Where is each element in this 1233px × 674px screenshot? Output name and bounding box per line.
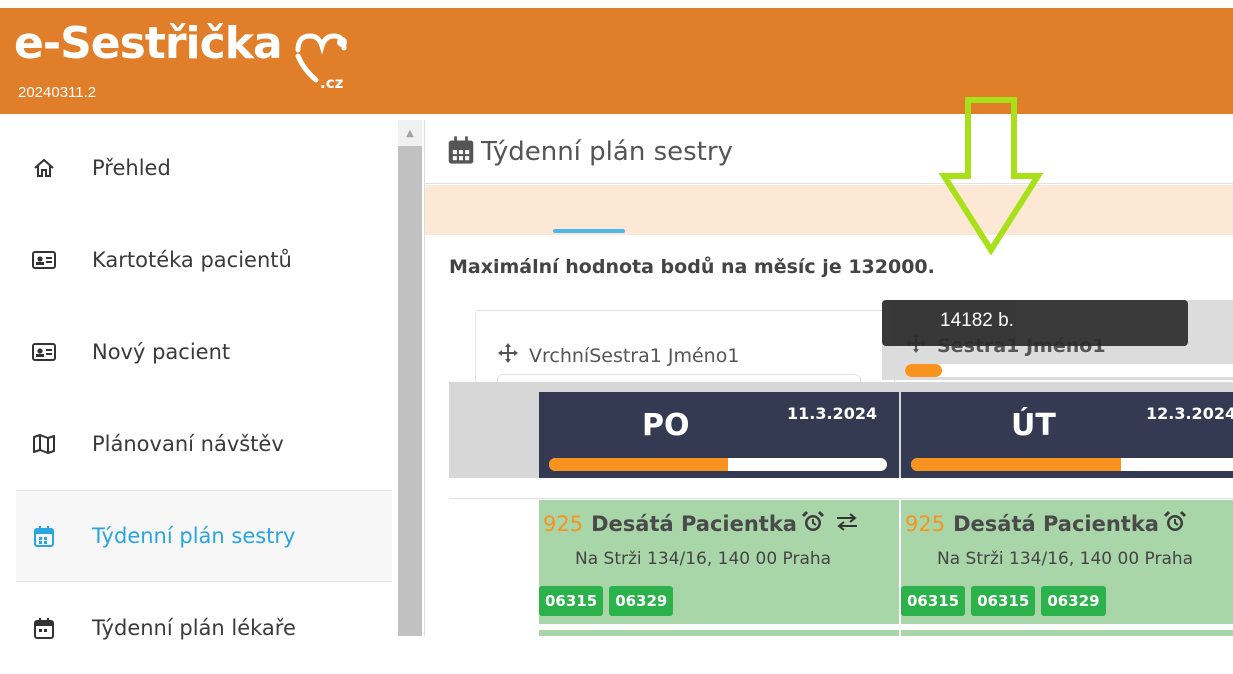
sidebar-item-nurse-weekly-plan[interactable]: Týdenní plán sestry	[16, 490, 392, 582]
alarm-icon[interactable]	[801, 510, 825, 538]
visit-card[interactable]: 925 Desátá Pacientka Na Strži 134/16, 14…	[901, 500, 1233, 624]
sidebar: Přehled Kartotéka pacientů Nový pacient …	[0, 120, 398, 640]
sidebar-scrollbar-thumb[interactable]	[398, 146, 422, 636]
swap-arrows-icon[interactable]	[835, 512, 859, 536]
max-points-info: Maximální hodnota bodů na měsíc je 13200…	[449, 256, 935, 278]
day-points-progress-fill	[549, 458, 729, 471]
visit-title: 925 Desátá Pacientka	[543, 510, 859, 538]
calendar-icon	[32, 524, 56, 548]
annotation-down-arrow	[938, 97, 1044, 256]
page-title-bar: Týdenní plán sestry	[425, 120, 1233, 184]
sidebar-item-new-patient[interactable]: Nový pacient	[16, 306, 392, 398]
visit-address: Na Strži 134/16, 140 00 Praha	[937, 549, 1194, 569]
visit-card-next[interactable]	[901, 630, 1233, 636]
calendar-icon	[32, 616, 56, 640]
logo-heart-icon: .cz	[295, 33, 347, 92]
day-points-progress	[911, 458, 1233, 471]
calendar-icon	[447, 135, 475, 169]
sidebar-item-visit-planning[interactable]: Plánovaní návštěv	[16, 398, 392, 490]
points-tooltip: 14182 b.	[882, 300, 1188, 346]
procedure-code-badge[interactable]: 06315	[539, 586, 604, 616]
sidebar-item-label: Nový pacient	[92, 340, 231, 364]
visit-card-next[interactable]	[539, 630, 899, 636]
id-card-icon	[32, 248, 56, 272]
id-card-icon	[32, 340, 56, 364]
visit-codes: 06315 06315 06329	[901, 586, 1112, 616]
procedure-code-badge[interactable]: 06329	[609, 586, 674, 616]
visit-codes: 06315 06329	[539, 586, 679, 616]
nurse-points-progress	[905, 364, 1233, 377]
move-icon[interactable]	[497, 342, 519, 369]
day-points-progress	[549, 458, 887, 471]
procedure-code-badge[interactable]: 06329	[1041, 586, 1106, 616]
day-header-tuesday: ÚT 12.3.2024	[901, 392, 1233, 478]
day-header-monday: PO 11.3.2024	[539, 392, 899, 478]
logo-domain: .cz	[320, 74, 344, 92]
procedure-code-badge[interactable]: 06315	[901, 586, 966, 616]
nurse-tabs-bar	[425, 185, 1233, 235]
visit-title: 925 Desátá Pacientka	[905, 510, 1187, 538]
nurse-points-progress-fill	[905, 364, 943, 377]
active-tab-indicator[interactable]	[553, 229, 625, 233]
alarm-icon[interactable]	[1163, 510, 1187, 538]
day-name: ÚT	[1011, 408, 1056, 443]
sidebar-item-label: Týdenní plán sestry	[92, 524, 296, 548]
visit-patient-name[interactable]: Desátá Pacientka	[953, 512, 1159, 536]
sidebar-item-label: Týdenní plán lékaře	[92, 616, 296, 640]
logo-text[interactable]: e-Sestřička	[14, 22, 283, 66]
visit-patient-name[interactable]: Desátá Pacientka	[591, 512, 797, 536]
nurse-card-name[interactable]: VrchníSestra1 Jméno1	[497, 342, 739, 369]
map-icon	[32, 432, 56, 456]
sidebar-item-label: Plánovaní návštěv	[92, 432, 284, 456]
day-date: 12.3.2024	[1146, 404, 1233, 423]
day-points-progress-fill	[911, 458, 1121, 471]
day-date: 11.3.2024	[787, 404, 878, 423]
visit-address: Na Strži 134/16, 140 00 Praha	[575, 549, 832, 569]
sidebar-item-label: Přehled	[92, 156, 171, 180]
day-name: PO	[642, 408, 690, 443]
home-icon	[32, 156, 56, 180]
main-content: Týdenní plán sestry Maximální hodnota bo…	[424, 120, 1233, 636]
visit-points: 925	[905, 512, 946, 536]
visit-card[interactable]: 925 Desátá Pacientka Na Strži 134/16, 14…	[539, 500, 899, 624]
visit-points: 925	[543, 512, 584, 536]
scroll-up-arrow-icon[interactable]: ▲	[398, 120, 422, 146]
app-version: 20240311.2	[18, 84, 97, 101]
sidebar-item-overview[interactable]: Přehled	[16, 122, 392, 214]
sidebar-item-doctor-weekly-plan[interactable]: Týdenní plán lékaře	[16, 582, 392, 674]
sidebar-item-label: Kartotéka pacientů	[92, 248, 292, 272]
app-header: e-Sestřička .cz 20240311.2	[0, 8, 1233, 114]
sidebar-item-patient-records[interactable]: Kartotéka pacientů	[16, 214, 392, 306]
procedure-code-badge[interactable]: 06315	[971, 586, 1036, 616]
page-title: Týdenní plán sestry	[481, 136, 733, 167]
